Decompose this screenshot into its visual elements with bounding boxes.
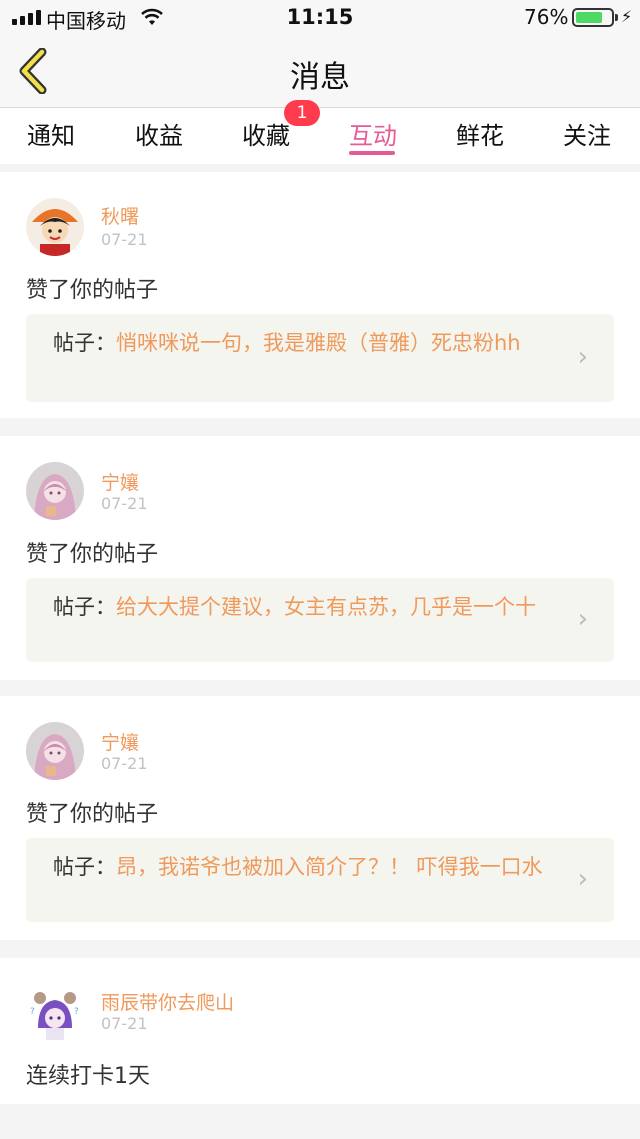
action-text: 赞了你的帖子 <box>26 278 159 303</box>
message-date: 07-21 <box>101 754 148 773</box>
post-text: 给大大提个建议，女主有点苏，几乎是一个十 <box>116 595 536 619</box>
post-link[interactable]: 帖子：昂，我诺爷也被加入简介了？！ 吓得我一口水 › <box>26 838 614 922</box>
battery-icon <box>572 8 614 27</box>
username[interactable]: 雨辰带你去爬山 <box>101 988 234 1015</box>
username[interactable]: 宁孃 <box>101 728 139 755</box>
avatar[interactable]: ? ? <box>26 984 84 1042</box>
avatar[interactable] <box>26 462 84 520</box>
tab-interactions[interactable]: 互动 <box>333 116 413 151</box>
message-card: 秋曙 07-21 赞了你的帖子 帖子：悄咪咪说一句，我是雅殿（普雅）死忠粉hh … <box>0 172 640 418</box>
action-text: 连续打卡1天 <box>26 1064 150 1089</box>
post-text: 昂，我诺爷也被加入简介了？！ 吓得我一口水 <box>116 855 543 879</box>
post-text: 悄咪咪说一句，我是雅殿（普雅）死忠粉hh <box>116 331 521 355</box>
page-title: 消息 <box>290 60 350 95</box>
tab-flowers[interactable]: 鲜花 <box>440 116 520 151</box>
favorites-count-badge: 1 <box>284 100 320 126</box>
post-summary: 帖子：给大大提个建议，女主有点苏，几乎是一个十 <box>53 594 573 620</box>
nav-bar: 消息 <box>0 34 640 108</box>
message-date: 07-21 <box>101 1014 148 1033</box>
message-card: 宁孃 07-21 赞了你的帖子 帖子：昂，我诺爷也被加入简介了？！ 吓得我一口水… <box>0 696 640 940</box>
message-card: ? ? 雨辰带你去爬山 07-21 连续打卡1天 <box>0 958 640 1104</box>
svg-text:?: ? <box>30 1007 35 1017</box>
post-prefix: 帖子： <box>53 331 116 355</box>
message-date: 07-21 <box>101 230 148 249</box>
chevron-right-icon: › <box>577 342 588 372</box>
user-avatar-image <box>26 198 84 256</box>
message-card: 宁孃 07-21 赞了你的帖子 帖子：给大大提个建议，女主有点苏，几乎是一个十 … <box>0 436 640 680</box>
post-link[interactable]: 帖子：悄咪咪说一句，我是雅殿（普雅）死忠粉hh › <box>26 314 614 402</box>
active-tab-indicator <box>349 151 395 155</box>
action-text: 赞了你的帖子 <box>26 802 159 827</box>
user-avatar-image: ? ? <box>26 984 84 1042</box>
tab-following[interactable]: 关注 <box>547 116 627 151</box>
avatar[interactable] <box>26 722 84 780</box>
username[interactable]: 宁孃 <box>101 468 139 495</box>
tab-earnings[interactable]: 收益 <box>119 116 199 151</box>
battery-percent: 76% <box>524 5 569 29</box>
chevron-right-icon: › <box>577 604 588 634</box>
post-summary: 帖子：昂，我诺爷也被加入简介了？！ 吓得我一口水 <box>53 854 573 880</box>
action-text: 赞了你的帖子 <box>26 542 159 567</box>
message-date: 07-21 <box>101 494 148 513</box>
post-prefix: 帖子： <box>53 855 116 879</box>
battery-level-fill <box>576 12 602 23</box>
avatar[interactable] <box>26 198 84 256</box>
chevron-right-icon: › <box>577 864 588 894</box>
svg-text:?: ? <box>74 1007 79 1017</box>
tab-bar: 通知 收益 收藏 互动 鲜花 关注 <box>0 108 640 164</box>
post-prefix: 帖子： <box>53 595 116 619</box>
username[interactable]: 秋曙 <box>101 202 139 229</box>
user-avatar-image <box>26 462 84 520</box>
battery-cap <box>615 14 618 21</box>
tab-notifications[interactable]: 通知 <box>11 116 91 151</box>
charging-icon: ⚡ <box>621 7 633 26</box>
post-summary: 帖子：悄咪咪说一句，我是雅殿（普雅）死忠粉hh <box>53 330 573 356</box>
post-link[interactable]: 帖子：给大大提个建议，女主有点苏，几乎是一个十 › <box>26 578 614 662</box>
status-bar: 中国移动 11:15 76% ⚡ <box>0 0 640 34</box>
user-avatar-image <box>26 722 84 780</box>
